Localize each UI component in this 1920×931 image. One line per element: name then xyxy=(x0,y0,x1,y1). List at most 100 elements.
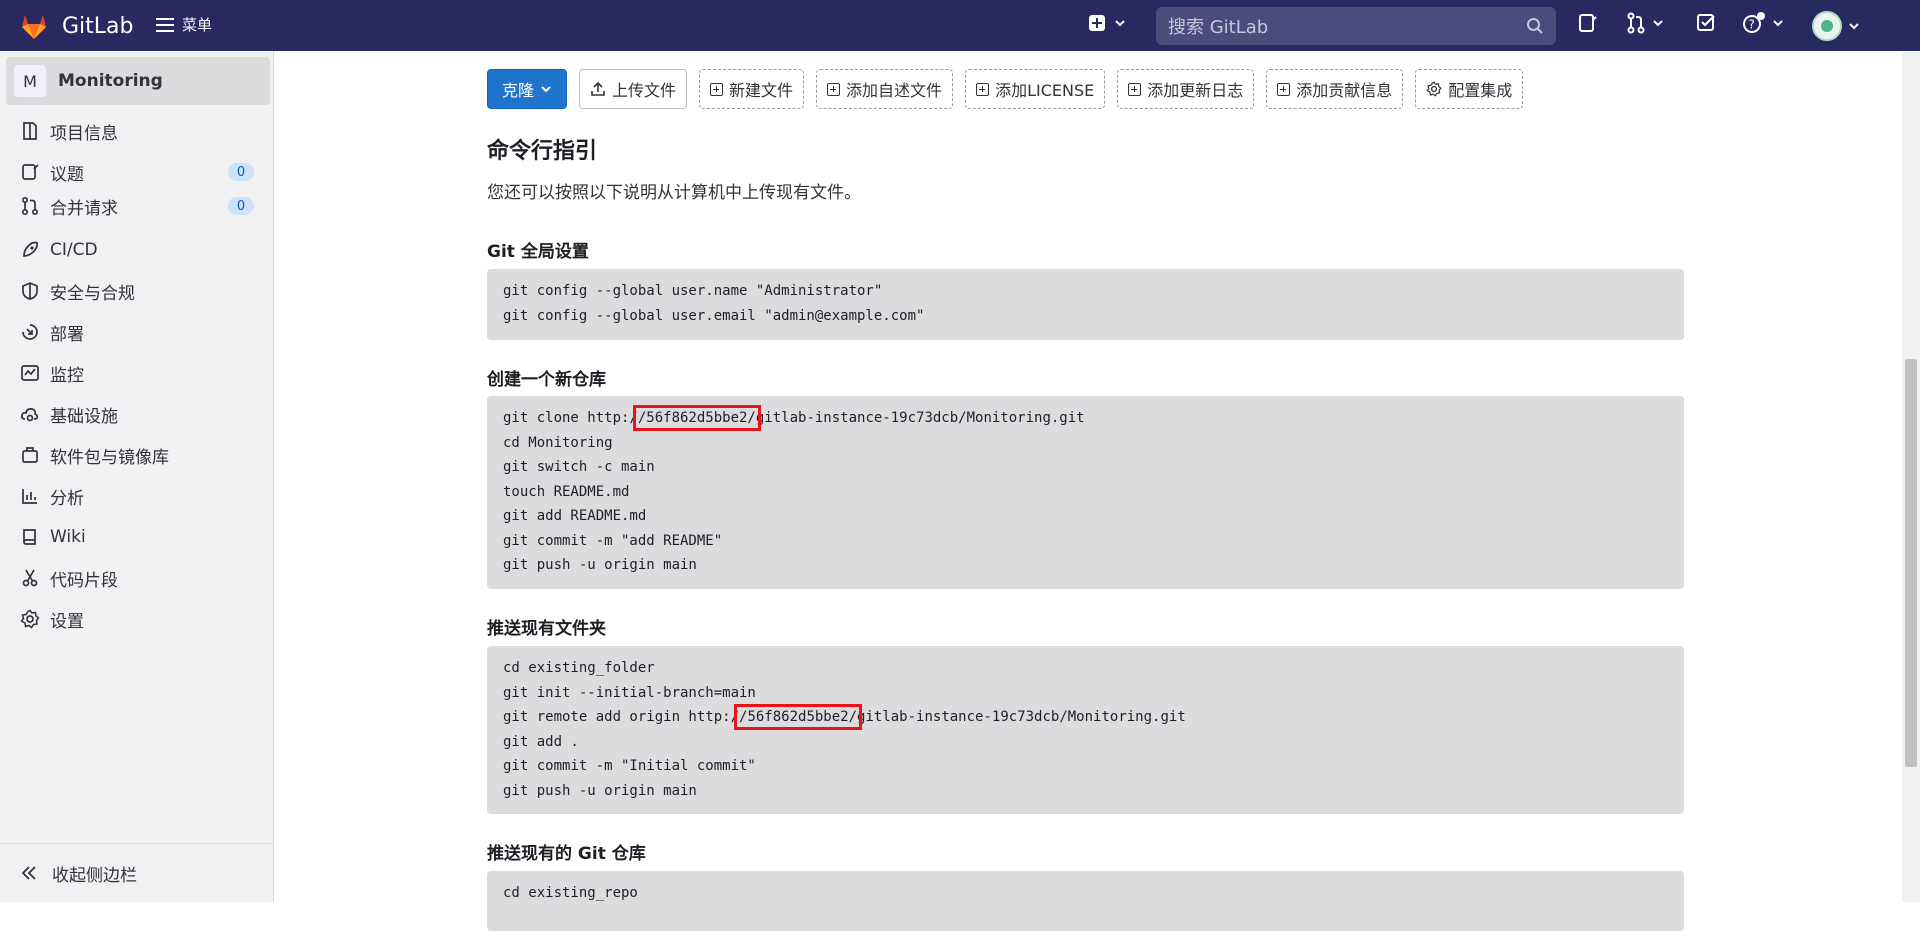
page-description: 您还可以按照以下说明从计算机中上传现有文件。 xyxy=(487,183,861,203)
sidebar-item-label: 代码片段 xyxy=(50,570,118,591)
code-line: cd existing_folder xyxy=(503,660,655,676)
search-placeholder: 搜索 GitLab xyxy=(1168,17,1269,38)
user-menu[interactable] xyxy=(1812,11,1860,41)
code-line-clone: git clone http://56f862d5bbe2/gitlab-ins… xyxy=(503,405,1668,431)
section-title-create-repo: 创建一个新仓库 xyxy=(487,370,606,390)
add-license-label: 添加LICENSE xyxy=(995,81,1095,100)
sidebar-item-analytics[interactable]: 分析 xyxy=(0,476,274,516)
code-line: git add README.md xyxy=(503,508,647,524)
add-readme-button[interactable]: 添加自述文件 xyxy=(816,69,954,109)
add-license-button[interactable]: 添加LICENSE xyxy=(965,69,1106,109)
project-name: Monitoring xyxy=(58,71,163,91)
sidebar-item-label: 项目信息 xyxy=(50,123,118,144)
sidebar-item-label: 部署 xyxy=(50,324,84,345)
sidebar-item-wiki[interactable]: Wiki xyxy=(0,517,274,557)
sidebar-item-monitor[interactable]: 监控 xyxy=(0,353,274,393)
clone-button[interactable]: 克隆 xyxy=(487,69,568,109)
cloud-gear-icon xyxy=(20,407,39,422)
gitlab-tanuki-icon xyxy=(22,15,46,39)
hamburger-icon xyxy=(156,17,174,32)
issues-shortcut[interactable] xyxy=(1578,12,1598,34)
scissors-icon xyxy=(22,569,38,587)
merge-requests-count-badge: 0 xyxy=(228,197,254,215)
code-line: git config --global user.email "admin@ex… xyxy=(503,307,925,324)
project-sidebar: M Monitoring 项目信息 议题 0 合并请求 0 CI/CD 安全与合… xyxy=(0,51,274,902)
add-changelog-button[interactable]: 添加更新日志 xyxy=(1117,69,1255,109)
upload-file-button[interactable]: 上传文件 xyxy=(579,69,688,109)
code-block-git-global-setup[interactable]: git config --global user.name "Administr… xyxy=(487,269,1684,340)
menu-label: 菜单 xyxy=(182,16,213,34)
code-block-push-existing-repo[interactable]: cd existing_repo xyxy=(487,871,1684,931)
collapse-sidebar-button[interactable]: 收起侧边栏 xyxy=(0,843,274,902)
brand-name: GitLab xyxy=(62,13,134,39)
add-changelog-label: 添加更新日志 xyxy=(1147,81,1244,100)
rocket-icon xyxy=(23,241,38,257)
code-line: touch README.md xyxy=(503,483,630,500)
merge-request-icon xyxy=(1627,12,1645,34)
code-line: git commit -m "add README" xyxy=(503,532,723,549)
gear-icon xyxy=(20,609,40,629)
merge-requests-shortcut[interactable] xyxy=(1626,12,1664,34)
new-file-button[interactable]: 新建文件 xyxy=(699,69,805,109)
plus-square-icon xyxy=(1277,82,1291,96)
clone-url-prefix: git clone http:/ xyxy=(503,410,638,426)
plus-square-icon xyxy=(710,82,724,96)
plus-square-icon xyxy=(976,82,990,96)
page-title: 命令行指引 xyxy=(487,139,598,164)
info-icon xyxy=(23,122,37,140)
chevron-down-icon xyxy=(1773,20,1783,27)
double-chevron-left-icon xyxy=(21,866,36,880)
sidebar-item-settings[interactable]: 设置 xyxy=(0,599,274,639)
section-title-push-folder: 推送现有文件夹 xyxy=(487,619,606,639)
sidebar-item-security[interactable]: 安全与合规 xyxy=(0,271,274,311)
configure-integrations-button[interactable]: 配置集成 xyxy=(1415,69,1524,109)
user-avatar xyxy=(1812,11,1842,41)
sidebar-item-infrastructure[interactable]: 基础设施 xyxy=(0,394,274,434)
code-line: cd Monitoring xyxy=(503,434,613,451)
add-contributing-button[interactable]: 添加贡献信息 xyxy=(1266,69,1404,109)
code-line: git push -u origin main xyxy=(503,782,697,799)
todos-shortcut[interactable] xyxy=(1696,12,1716,34)
gitlab-logo[interactable]: GitLab xyxy=(18,10,134,42)
help-dropdown[interactable]: ? xyxy=(1742,12,1784,34)
new-dropdown-button[interactable] xyxy=(1088,14,1126,32)
page-scrollbar[interactable] xyxy=(1902,51,1920,902)
sidebar-item-label: Wiki xyxy=(50,527,86,547)
code-line: git init --initial-branch=main xyxy=(503,684,756,701)
configure-integrations-label: 配置集成 xyxy=(1448,81,1513,100)
sidebar-item-merge-requests[interactable]: 合并请求 0 xyxy=(0,186,274,226)
todo-check-icon xyxy=(1697,14,1715,31)
project-header[interactable]: M Monitoring xyxy=(6,57,270,105)
code-line-remote: git remote add origin http://56f862d5bbe… xyxy=(503,704,1668,730)
remote-url-suffix: gitlab-instance-19c73dcb/Monitoring.git xyxy=(857,709,1186,725)
main-menu-button[interactable]: 菜单 xyxy=(156,14,212,35)
sidebar-item-cicd[interactable]: CI/CD xyxy=(0,230,274,270)
sidebar-item-deployments[interactable]: 部署 xyxy=(0,312,274,352)
add-readme-label: 添加自述文件 xyxy=(846,81,943,100)
issues-icon xyxy=(22,164,39,180)
merge-request-icon xyxy=(21,196,39,216)
top-navbar: GitLab 菜单 搜索 GitLab ? xyxy=(0,0,1920,51)
sidebar-item-snippets[interactable]: 代码片段 xyxy=(0,558,274,598)
deploy-icon xyxy=(22,324,38,340)
sidebar-item-packages[interactable]: 软件包与镜像库 xyxy=(0,435,274,475)
remote-url-host-highlight: /56f862d5bbe2/ xyxy=(734,704,863,730)
chevron-down-icon xyxy=(1653,20,1663,27)
sidebar-item-label: 设置 xyxy=(50,611,84,632)
clone-url-host-highlight: /56f862d5bbe2/ xyxy=(632,405,761,431)
scrollbar-thumb[interactable] xyxy=(1905,359,1917,767)
package-icon xyxy=(22,447,38,463)
code-line: git push -u origin main xyxy=(503,557,697,573)
sidebar-item-label: 软件包与镜像库 xyxy=(50,447,169,468)
code-block-push-folder[interactable]: cd existing_folder git init --initial-br… xyxy=(487,646,1684,814)
code-block-create-repo[interactable]: git clone http://56f862d5bbe2/gitlab-ins… xyxy=(487,396,1684,589)
sidebar-item-label: 分析 xyxy=(50,488,84,509)
section-title-push-existing-repo: 推送现有的 Git 仓库 xyxy=(487,844,646,864)
sidebar-item-label: 安全与合规 xyxy=(50,283,135,304)
issues-icon xyxy=(1579,14,1597,32)
main-content: 克隆 上传文件 新建文件 添加自述文件 添加LICENSE 添加更新日志 添加贡… xyxy=(274,51,1902,931)
search-input[interactable]: 搜索 GitLab xyxy=(1156,7,1556,45)
sidebar-item-label: 基础设施 xyxy=(50,406,118,427)
sidebar-item-project-info[interactable]: 项目信息 xyxy=(0,111,274,151)
svg-text:?: ? xyxy=(1749,18,1755,32)
